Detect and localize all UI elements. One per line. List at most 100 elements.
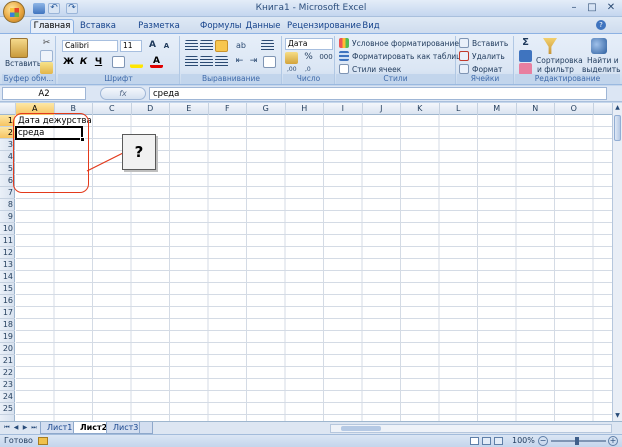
prev-sheet-icon[interactable]: ◀ [12,424,20,432]
select-all-corner[interactable] [0,103,16,115]
row-header-13[interactable]: 13 [0,259,15,271]
autosum-button[interactable]: Σ [519,37,532,49]
copy-icon[interactable] [40,50,53,62]
bold-button[interactable]: Ж [62,56,75,68]
page-break-view-icon[interactable] [494,437,503,445]
row-header-16[interactable]: 16 [0,295,15,307]
wrap-text-icon[interactable] [261,40,274,52]
row-header-12[interactable]: 12 [0,247,15,259]
tab-data[interactable]: Данные [244,19,282,33]
column-header-i[interactable]: I [324,103,363,115]
decrease-indent-icon[interactable]: ⇤ [233,56,246,68]
worksheet-grid[interactable]: ABCDEFGHIJKLMNO 1 2 3 4 5 6 7 8 9 10 11 12 13 14 15 16 1… [0,103,612,421]
column-header-h[interactable]: H [286,103,324,115]
last-sheet-icon[interactable]: ⏭ [30,424,38,432]
cut-icon[interactable]: ✂ [40,38,53,50]
column-header-l[interactable]: L [440,103,478,115]
zoom-out-icon[interactable]: − [538,436,548,446]
align-top-icon[interactable] [185,40,198,52]
horizontal-scroll-thumb[interactable] [341,426,381,431]
close-button[interactable]: ✕ [603,2,619,14]
row-header-22[interactable]: 22 [0,367,15,379]
zoom-slider-thumb[interactable] [575,437,579,445]
merge-cells-icon[interactable] [263,56,276,68]
font-color-icon[interactable]: A [150,56,163,68]
redo-icon[interactable]: ↷ [66,3,78,14]
row-header-18[interactable]: 18 [0,319,15,331]
column-header-g[interactable]: G [247,103,286,115]
row-header-19[interactable]: 19 [0,331,15,343]
font-family-select[interactable]: Calibri [62,40,118,52]
column-header-o[interactable]: O [555,103,594,115]
paste-button-label[interactable]: Вставить [5,59,41,68]
increase-indent-icon[interactable]: ⇥ [247,56,260,68]
row-header-17[interactable]: 17 [0,307,15,319]
save-icon[interactable] [33,3,45,14]
italic-button[interactable]: К [77,56,90,68]
column-header-m[interactable]: M [478,103,517,115]
cell-styles-button[interactable]: Стили ячеек [352,65,401,74]
name-box[interactable]: A2 [2,87,86,100]
borders-icon[interactable] [112,56,125,68]
insert-function-button[interactable]: fx [100,87,146,100]
page-layout-view-icon[interactable] [482,437,491,445]
format-painter-icon[interactable] [40,62,53,74]
currency-icon[interactable] [285,52,298,64]
row-header-15[interactable]: 15 [0,283,15,295]
tab-home[interactable]: Главная [30,19,74,33]
help-icon[interactable]: ? [596,20,606,30]
tab-review[interactable]: Рецензирование [286,19,361,33]
tab-view[interactable]: Вид [360,19,382,33]
scroll-down-icon[interactable]: ▼ [613,411,622,421]
align-left-icon[interactable] [185,56,198,68]
column-header-j[interactable]: J [363,103,401,115]
format-as-table-button[interactable]: Форматировать как таблицу [352,52,466,61]
row-header-14[interactable]: 14 [0,271,15,283]
normal-view-icon[interactable] [470,437,479,445]
orientation-icon[interactable]: ab [233,40,249,52]
sort-filter-label-1[interactable]: Сортировка [536,56,583,65]
insert-sheet-icon[interactable] [139,422,153,434]
row-header-24[interactable]: 24 [0,391,15,403]
row-header-7[interactable]: 7 [0,187,15,199]
delete-cells-button[interactable]: Удалить [472,52,505,61]
minimize-button[interactable]: – [566,2,582,14]
next-sheet-icon[interactable]: ▶ [21,424,29,432]
office-button[interactable] [3,1,25,23]
zoom-level[interactable]: 100% [512,436,535,445]
column-header-c[interactable]: C [93,103,132,115]
number-format-select[interactable]: Дата [285,38,333,50]
tab-page-layout[interactable]: Разметка страницы [119,19,199,44]
row-header-23[interactable]: 23 [0,379,15,391]
row-header-21[interactable]: 21 [0,355,15,367]
paste-icon[interactable] [10,38,28,58]
sort-filter-label-2[interactable]: и фильтр [537,65,574,74]
undo-icon[interactable]: ↶ [48,3,60,14]
align-middle-icon[interactable] [200,40,213,52]
vertical-scroll-thumb[interactable] [614,115,621,141]
column-header-e[interactable]: E [170,103,209,115]
formula-input[interactable]: среда [149,87,607,100]
maximize-button[interactable]: □ [584,2,600,14]
thousands-button[interactable]: 000 [318,52,334,64]
conditional-formatting-button[interactable]: Условное форматирование [352,39,459,48]
align-bottom-icon[interactable] [215,40,228,52]
row-header-9[interactable]: 9 [0,211,15,223]
row-header-25[interactable]: 25 [0,403,15,415]
cell-area[interactable]: Дата дежурства среда ? [13,113,612,421]
column-header-f[interactable]: F [209,103,247,115]
find-select-label-1[interactable]: Найти и [587,56,619,65]
zoom-slider[interactable] [551,437,606,445]
shrink-font-button[interactable]: A [160,41,173,53]
align-center-icon[interactable] [200,56,213,68]
column-header-n[interactable]: N [517,103,555,115]
font-size-select[interactable]: 11 [120,40,142,52]
first-sheet-icon[interactable]: ⏮ [3,424,11,432]
fill-color-icon[interactable] [130,56,143,68]
zoom-in-icon[interactable]: + [608,436,618,446]
tab-insert[interactable]: Вставка [77,19,119,33]
underline-button[interactable]: Ч [92,56,105,68]
horizontal-scrollbar[interactable] [330,424,612,433]
tab-formulas[interactable]: Формулы [199,19,242,33]
grow-font-button[interactable]: A [146,40,159,52]
